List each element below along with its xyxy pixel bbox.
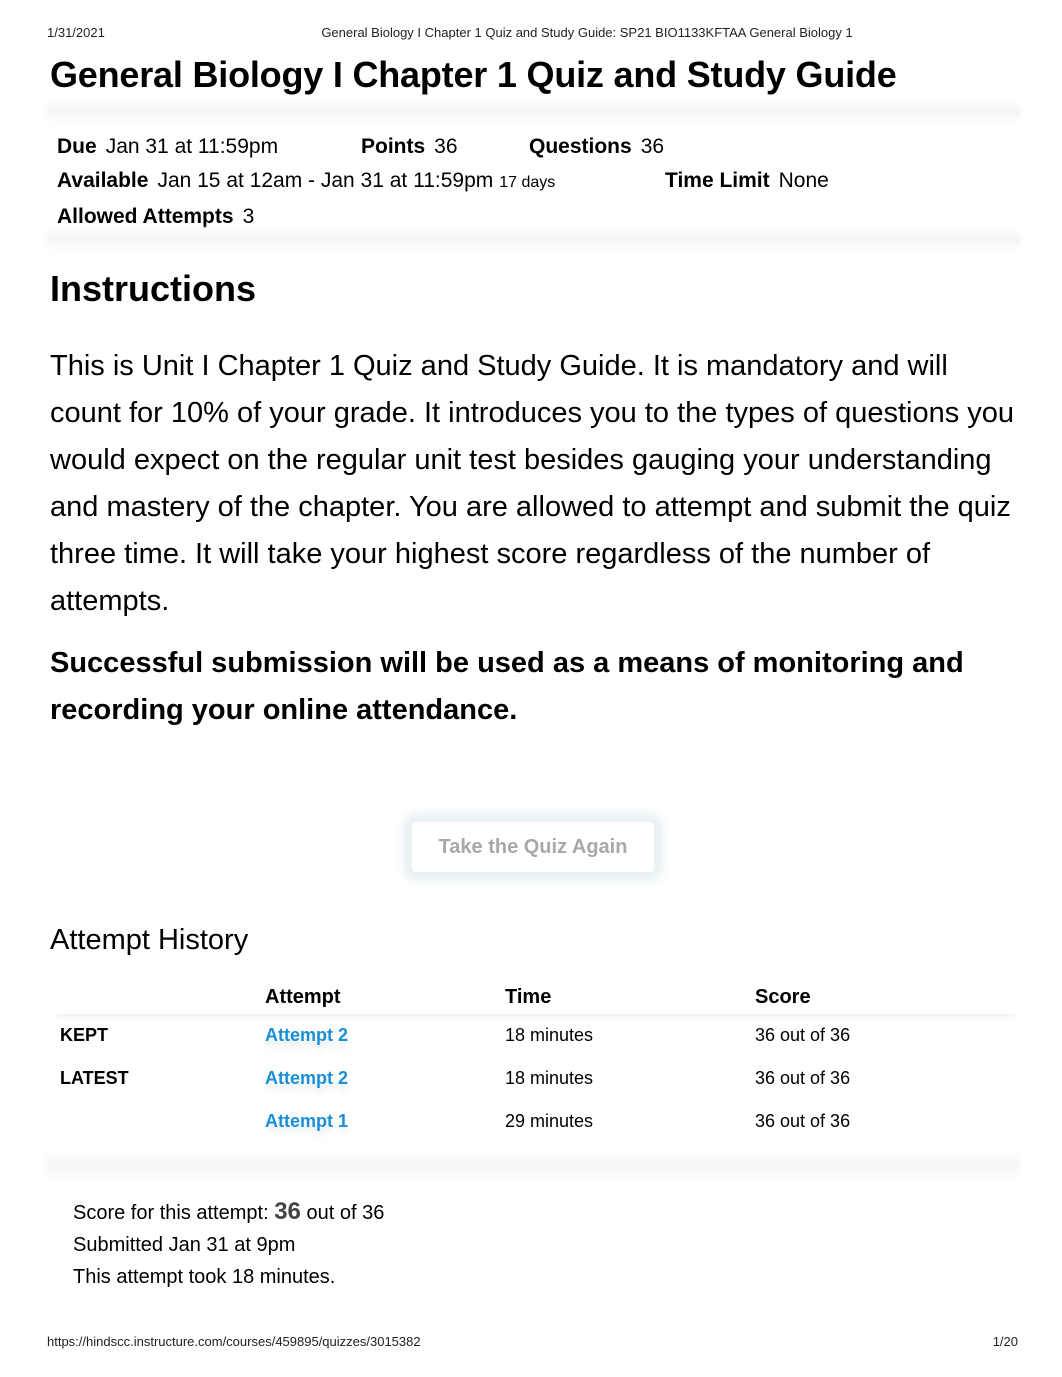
- attempt-history-heading: Attempt History: [50, 924, 249, 956]
- column-header-time: Time: [505, 985, 552, 1008]
- column-header-status: [50, 980, 265, 1014]
- score-line: Score for this attempt: 36 out of 36: [73, 1196, 384, 1229]
- table-row: Attempt 1 29 minutes 36 out of 36: [50, 1100, 1020, 1143]
- questions-item: Questions 36: [529, 130, 664, 164]
- attempt-link[interactable]: Attempt 2: [265, 1068, 348, 1088]
- table-row: LATEST Attempt 2 18 minutes 36 out of 36: [50, 1057, 1020, 1100]
- attempt-status: [50, 1100, 265, 1143]
- instructions-body: This is Unit I Chapter 1 Quiz and Study …: [50, 350, 1015, 617]
- attempt-status: LATEST: [60, 1068, 129, 1088]
- print-header-title: General Biology I Chapter 1 Quiz and Stu…: [321, 25, 853, 40]
- column-header-score: Score: [755, 985, 811, 1008]
- quiz-details-row: Available Jan 15 at 12am - Jan 31 at 11:5…: [57, 164, 1017, 200]
- instructions-attendance-note: Successful submission will be used as a …: [50, 647, 964, 726]
- attempt-time: 29 minutes: [505, 1111, 594, 1131]
- score-suffix: out of 36: [306, 1202, 385, 1224]
- time-limit-value: None: [778, 169, 829, 192]
- attempt-history-table: Attempt Time Score KEPT Attempt 2 18 min…: [50, 980, 1020, 1143]
- print-page-number: 1/20: [992, 1334, 1018, 1349]
- available-label: Available: [57, 169, 149, 192]
- table-divider-bottom: [46, 1150, 1020, 1180]
- time-limit-item: Time Limit None: [665, 164, 829, 198]
- questions-label: Questions: [529, 135, 632, 158]
- details-divider-bottom: [46, 228, 1020, 250]
- score-value: 36: [274, 1198, 301, 1225]
- questions-value: 36: [640, 135, 665, 158]
- available-value: Jan 15 at 12am - Jan 31 at 11:59pm: [157, 169, 494, 192]
- attempt-summary: Score for this attempt: 36 out of 36 Sub…: [73, 1196, 384, 1293]
- take-quiz-again-wrapper: Take the Quiz Again: [408, 818, 658, 876]
- quiz-page: 1/31/2021 General Biology I Chapter 1 Qu…: [0, 0, 1062, 1377]
- instructions-heading: Instructions: [50, 268, 257, 309]
- available-item: Available Jan 15 at 12am - Jan 31 at 11:5…: [57, 164, 665, 200]
- time-limit-label: Time Limit: [665, 169, 770, 192]
- attempt-score: 36 out of 36: [755, 1111, 851, 1131]
- quiz-details-row: Due Jan 31 at 11:59pm Points 36 Questions 3…: [57, 130, 1017, 164]
- score-prefix: Score for this attempt:: [73, 1202, 269, 1224]
- available-duration: 17 days: [499, 174, 556, 191]
- attempt-link[interactable]: Attempt 1: [265, 1111, 348, 1131]
- due-item: Due Jan 31 at 11:59pm: [57, 130, 361, 164]
- points-value: 36: [434, 135, 458, 158]
- attempt-score: 36 out of 36: [755, 1068, 851, 1088]
- page-title: General Biology I Chapter 1 Quiz and Stu…: [50, 54, 897, 95]
- take-quiz-again-button[interactable]: Take the Quiz Again: [408, 818, 658, 876]
- print-footer-url: https://hindscc.instructure.com/courses/…: [47, 1334, 421, 1349]
- points-item: Points 36: [361, 130, 529, 164]
- attempt-status: KEPT: [60, 1025, 109, 1045]
- column-header-attempt: Attempt: [265, 985, 341, 1008]
- attempt-time: 18 minutes: [505, 1025, 594, 1045]
- due-value: Jan 31 at 11:59pm: [105, 135, 279, 158]
- attempt-link[interactable]: Attempt 2: [265, 1025, 348, 1045]
- allowed-attempts-label: Allowed Attempts: [57, 205, 234, 228]
- quiz-details: Due Jan 31 at 11:59pm Points 36 Questions 3…: [57, 130, 1017, 234]
- allowed-attempts-value: 3: [242, 205, 255, 228]
- submitted-line: Submitted Jan 31 at 9pm: [73, 1234, 296, 1256]
- due-label: Due: [57, 135, 97, 158]
- table-row: KEPT Attempt 2 18 minutes 36 out of 36: [50, 1014, 1020, 1057]
- points-label: Points: [361, 135, 426, 158]
- attempt-time: 18 minutes: [505, 1068, 594, 1088]
- table-header-row: Attempt Time Score: [50, 980, 1020, 1014]
- details-divider-top: [46, 100, 1020, 122]
- attempt-score: 36 out of 36: [755, 1025, 851, 1045]
- duration-line: This attempt took 18 minutes.: [73, 1266, 336, 1288]
